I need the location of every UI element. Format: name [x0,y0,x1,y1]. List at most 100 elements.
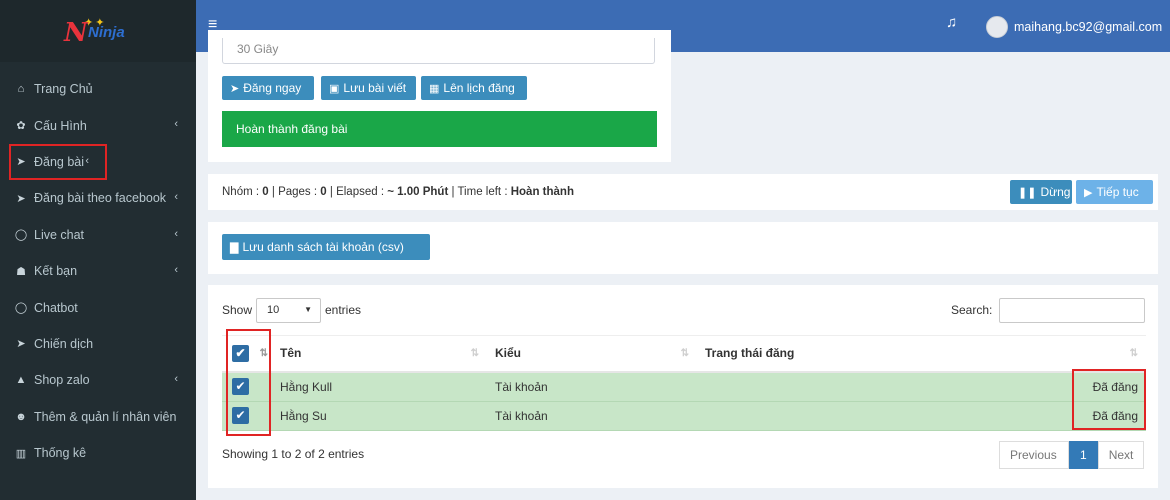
table-row[interactable]: ✔ Hằng Su Tài khoản Đã đăng [222,401,1146,431]
show-label: Show [222,303,253,317]
column-header-status[interactable]: Trang thái đăng ⇅ [697,335,1146,373]
page-1-button[interactable]: 1 [1069,441,1098,469]
page-length-select[interactable]: 10 ▼ [256,298,321,323]
chevron-left-icon: ‹ [174,373,178,386]
progress-status: Nhóm : 0 | Pages : 0 | Elapsed : ~ 1.00 … [222,186,574,198]
send-icon: ➤ [230,82,240,95]
continue-button[interactable]: ▶ Tiếp tục [1076,180,1153,204]
post-now-label: Đăng ngay [243,81,302,95]
sidebar-item-label: Cấu Hình [34,118,87,133]
save-post-label: Lưu bài viết [343,81,407,95]
sidebar-item-label: Kết bạn [34,264,78,279]
caret-down-icon: ▼ [304,305,312,314]
sidebar-item[interactable]: ☗ Kết bạn ‹ [0,253,196,289]
previous-page-button[interactable]: Previous [999,441,1069,469]
save-csv-button[interactable]: ▇ Lưu danh sách tài khoản (csv) [222,234,430,260]
status-highlight-box [1072,369,1146,430]
user-plus-icon: ☻ [15,410,27,423]
sidebar-item[interactable]: ➤ Đăng bài theo facebook ‹ [0,180,196,216]
sidebar-item-label: Thống kê [34,446,87,461]
sidebar-item[interactable]: ▥ Thống kê [0,435,196,471]
sidebar-item[interactable]: ➤ Chiến dịch [0,326,196,362]
search-label: Search: [951,303,993,317]
bell-icon[interactable]: ♫ [946,14,957,31]
page-length-value: 10 [267,304,280,316]
save-csv-label: Lưu danh sách tài khoản (csv) [242,240,404,254]
column-header-name[interactable]: Tên ⇅ [272,335,487,373]
sidebar-item[interactable]: ▲ Shop zalo ‹ [0,362,196,398]
elapsed-value: ~ 1.00 Phút [387,186,449,198]
pages-label: | Pages : [271,186,318,198]
schedule-button[interactable]: ▦ Lên lịch đăng [421,76,527,100]
sidebar-item-label: Đăng bài theo facebook [34,191,167,206]
column-header-type[interactable]: Kiểu ⇅ [487,335,697,373]
sidebar-item[interactable]: ◯ Chatbot [0,289,196,325]
pause-icon: ❚❚ [1018,186,1037,199]
sidebar-item[interactable]: ☻ Thêm & quản lí nhân viên [0,399,196,435]
sort-icon[interactable]: ⇅ [681,348,689,359]
home-icon: ⌂ [17,83,25,96]
sidebar-item[interactable]: ⌂ Trang Chủ [0,71,196,107]
group-value: 0 [262,186,269,198]
logo[interactable]: ✦✦ N Ninja [58,16,138,48]
sidebar-item-label: Trang Chủ [34,82,93,97]
sidebar: ✦✦ N Ninja ⌂ Trang Chủ ✿ Cấu Hình ‹ ➤ Đăng bài… [0,0,196,500]
csv-panel: ▇ Lưu danh sách tài khoản (csv) [208,222,1158,274]
pages-value: 0 [320,186,327,198]
done-message: Hoàn thành đăng bài [222,111,657,147]
status-panel: Nhóm : 0 | Pages : 0 | Elapsed : ~ 1.00 … [208,174,1158,210]
name-cell: Hằng Su [272,401,487,431]
stop-button[interactable]: ❚❚ Dừng [1010,180,1072,204]
sort-icon[interactable]: ⇅ [1130,348,1138,359]
delay-select[interactable]: 30 Giây [222,38,655,64]
search-input[interactable] [999,298,1145,323]
sidebar-item-label: Chatbot [34,300,78,315]
send-icon: ➤ [16,192,26,205]
post-panel: 30 Giây ➤ Đăng ngay ▣ Lưu bài viết ▦ Lên… [208,30,671,162]
chevron-left-icon: ‹ [174,263,178,276]
pagination: Previous 1 Next [999,441,1145,469]
save-icon: ▣ [329,82,340,95]
sidebar-item-label: Đăng bài [34,154,85,169]
column-type-label: Kiểu [495,346,522,361]
avatar[interactable] [986,16,1008,38]
chevron-left-icon: ‹ [85,154,89,167]
shop-icon: ▲ [15,374,27,387]
sidebar-item[interactable]: ◯ Live chat ‹ [0,217,196,253]
table-row[interactable]: ✔ Hằng Kull Tài khoản Đã đăng [222,371,1146,402]
continue-label: Tiếp tục [1096,185,1139,199]
chevron-left-icon: ‹ [174,227,178,240]
post-now-button[interactable]: ➤ Đăng ngay [222,76,314,100]
chat-icon: ◯ [14,229,28,242]
calendar-icon: ▦ [429,82,440,95]
users-icon: ☗ [16,265,26,278]
send-icon: ➤ [16,338,26,351]
user-email[interactable]: maihang.bc92@gmail.com [1014,20,1162,34]
type-cell: Tài khoản [487,371,697,402]
group-label: Nhóm : [222,186,260,198]
next-page-button[interactable]: Next [1097,441,1145,469]
table-info: Showing 1 to 2 of 2 entries [222,447,365,461]
entries-label: entries [325,303,362,317]
sidebar-item-label: Chiến dịch [34,336,94,351]
sidebar-item[interactable]: ✿ Cấu Hình ‹ [0,107,196,143]
schedule-label: Lên lịch đăng [443,81,515,95]
gear-icon: ✿ [16,120,26,133]
timeleft-value: Hoàn thành [510,186,574,198]
save-post-button[interactable]: ▣ Lưu bài viết [321,76,416,100]
chevron-left-icon: ‹ [174,191,178,204]
logo-text: Ninja [88,24,125,41]
accounts-table: ✔ ⇅ Tên ⇅ Kiểu ⇅ Trang thái đăng ⇅ ✔ Hằng… [222,335,1146,431]
accounts-table-panel: Show 10 ▼ entries Search: ✔ ⇅ Tên ⇅ Kiểu… [208,285,1158,488]
sidebar-nav: ⌂ Trang Chủ ✿ Cấu Hình ‹ ➤ Đăng bài ‹ ➤ Đăng bài … [0,62,196,471]
table-header-row: ✔ ⇅ Tên ⇅ Kiểu ⇅ Trang thái đăng ⇅ [222,335,1146,373]
sort-icon[interactable]: ⇅ [471,348,479,359]
play-icon: ▶ [1084,186,1093,199]
sidebar-item[interactable]: ➤ Đăng bài ‹ [9,143,107,181]
bar-chart-icon: ▥ [15,447,27,460]
column-name-label: Tên [280,346,302,361]
logo-area: ✦✦ N Ninja [0,0,196,62]
elapsed-label: | Elapsed : [329,186,385,198]
name-cell: Hằng Kull [272,371,487,402]
timeleft-label: | Time left : [451,186,508,198]
